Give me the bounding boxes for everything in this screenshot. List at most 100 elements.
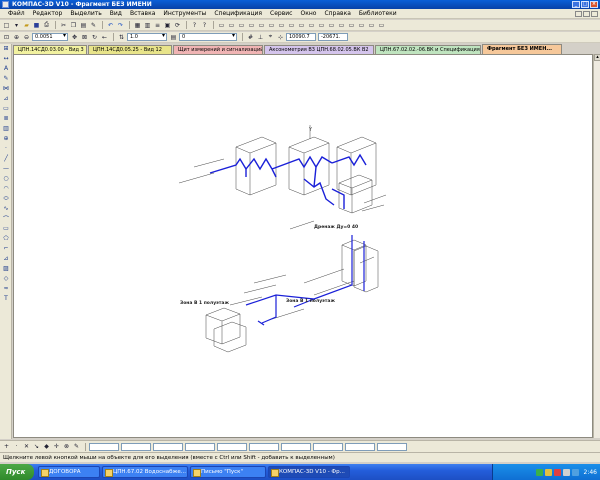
format-painter-icon[interactable]: ✎ [89, 21, 98, 30]
properties-icon[interactable]: ▣ [163, 21, 172, 30]
menu-service[interactable]: Сервис [266, 9, 296, 19]
menu-window[interactable]: Окно [296, 9, 320, 19]
snap-point-icon[interactable]: · [12, 442, 21, 451]
local-cs-icon[interactable]: ⊹ [276, 33, 285, 42]
previous-view-icon[interactable]: ← [100, 33, 109, 42]
doc-close-button[interactable] [591, 11, 598, 17]
coord-x-field[interactable]: 10090.7 [286, 33, 316, 41]
ortho-icon[interactable]: ⊥ [256, 33, 265, 42]
rectangle-icon[interactable]: ▭ [1, 224, 11, 233]
toolbar-icon-b[interactable]: ▭ [227, 21, 236, 30]
task-item-water-supply[interactable]: ЦПН.67.02 Водоснабже... [102, 466, 188, 478]
menu-help[interactable]: Справка [320, 9, 354, 19]
task-item-kompas[interactable]: КОМПАС-3D V10 - Фр... [268, 466, 350, 478]
pan-icon[interactable]: ✥ [70, 33, 79, 42]
open-folder-icon[interactable]: ▰ [22, 21, 31, 30]
snap-center-icon[interactable]: ✛ [52, 442, 61, 451]
dimensions-icon[interactable]: ↔ [1, 54, 11, 63]
menu-editor[interactable]: Редактор [29, 9, 67, 19]
toolbar-icon-i[interactable]: ▭ [297, 21, 306, 30]
tray-volume-icon[interactable] [571, 468, 579, 476]
polyline-icon[interactable]: ⌒ [1, 214, 11, 223]
toolbar-icon-f[interactable]: ▭ [267, 21, 276, 30]
toolbar-icon-a[interactable]: ▭ [217, 21, 226, 30]
toolbar-icon-d[interactable]: ▭ [247, 21, 256, 30]
manager-icon[interactable]: ▦ [133, 21, 142, 30]
bottom-field-9[interactable] [345, 442, 375, 451]
bottom-field-10[interactable] [377, 442, 407, 451]
bottom-field-6[interactable] [249, 442, 279, 451]
layer-icon[interactable]: ⇅ [117, 33, 126, 42]
menu-specification[interactable]: Спецификация [210, 9, 266, 19]
tab-document-4[interactable]: Аксонометрия В3 ЦПН.68.02.05.ВК В2 [264, 45, 374, 54]
bottom-field-7[interactable] [281, 442, 311, 451]
vertical-scrollbar[interactable]: ▴ [593, 54, 600, 438]
state-icon[interactable]: ▤ [169, 33, 178, 42]
tray-language-icon[interactable] [562, 468, 570, 476]
scale-field[interactable]: 0.0051 [32, 33, 68, 41]
bottom-field-5[interactable] [217, 442, 247, 451]
minimize-button[interactable]: _ [572, 1, 580, 8]
select-icon[interactable]: ▭ [1, 104, 11, 113]
copy-icon[interactable]: ❐ [69, 21, 78, 30]
bottom-field-2[interactable] [121, 442, 151, 451]
refresh-view-icon[interactable]: ↻ [90, 33, 99, 42]
tray-network-icon[interactable] [544, 468, 552, 476]
redo-icon[interactable]: ↷ [116, 21, 125, 30]
print-icon[interactable]: ⎙ [42, 21, 51, 30]
doc-minimize-button[interactable] [575, 11, 582, 17]
menu-libraries[interactable]: Библиотеки [355, 9, 401, 19]
snap-cross-icon[interactable]: ✕ [22, 442, 31, 451]
menu-view[interactable]: Вид [106, 9, 126, 19]
tray-antivirus-icon[interactable] [535, 468, 543, 476]
toolbar-icon-k[interactable]: ▭ [317, 21, 326, 30]
task-item-contracts[interactable]: ДОГОВОРА [38, 466, 100, 478]
toolbar-icon-n[interactable]: ▭ [347, 21, 356, 30]
cut-icon[interactable]: ✂ [59, 21, 68, 30]
zoom-all-icon[interactable]: ⊠ [80, 33, 89, 42]
add-icon[interactable]: + [2, 442, 11, 451]
point-icon[interactable]: · [1, 144, 11, 153]
toolbar-icon-e[interactable]: ▭ [257, 21, 266, 30]
symbols-icon[interactable]: A [1, 64, 11, 73]
save-icon[interactable]: ■ [32, 21, 41, 30]
zoom-out-icon[interactable]: ⊖ [22, 33, 31, 42]
menu-tools[interactable]: Инструменты [159, 9, 210, 19]
fillet-icon[interactable]: ⌐ [1, 244, 11, 253]
coord-y-field[interactable]: -20671. [318, 33, 348, 41]
menu-select[interactable]: Выделить [66, 9, 105, 19]
parametrize-icon[interactable]: ⋈ [1, 84, 11, 93]
paste-icon[interactable]: ▤ [79, 21, 88, 30]
contour-icon[interactable]: ◇ [1, 274, 11, 283]
close-button[interactable]: × [590, 1, 598, 8]
start-button[interactable]: Пуск [0, 464, 34, 480]
bottom-field-4[interactable] [185, 442, 215, 451]
menu-file[interactable]: Файл [4, 9, 29, 19]
insert-icon[interactable]: ⊕ [1, 134, 11, 143]
toolbar-icon-o[interactable]: ▭ [357, 21, 366, 30]
toolbar-icon-m[interactable]: ▭ [337, 21, 346, 30]
bottom-field-3[interactable] [153, 442, 183, 451]
text-icon[interactable]: T [1, 294, 11, 303]
snap-icon[interactable]: ⌖ [266, 33, 275, 42]
layer-field[interactable]: 1.0 [127, 33, 167, 41]
variables-icon[interactable]: ≡ [153, 21, 162, 30]
snap-pen-icon[interactable]: ✎ [72, 442, 81, 451]
scroll-up-icon[interactable]: ▴ [594, 54, 600, 61]
tab-document-5[interactable]: ЦПН.67.02.02.-06.ВК и Спецификация [375, 45, 481, 54]
zoom-window-icon[interactable]: ⊡ [2, 33, 11, 42]
maximize-button[interactable]: □ [581, 1, 589, 8]
bottom-field-8[interactable] [313, 442, 343, 451]
toolbar-icon-g[interactable]: ▭ [277, 21, 286, 30]
toolbar-icon-j[interactable]: ▭ [307, 21, 316, 30]
snap-arrow-icon[interactable]: ↘ [32, 442, 41, 451]
polygon-icon[interactable]: ⬠ [1, 234, 11, 243]
dropdown-icon[interactable]: ▾ [12, 21, 21, 30]
doc-restore-button[interactable] [583, 11, 590, 17]
spec-icon[interactable]: ≣ [1, 114, 11, 123]
tab-document-3[interactable]: Щит измерений и сигнализаций [173, 45, 263, 54]
drawing-canvas[interactable]: Y Дренаж Ду=0 40 Зона В 1 полуэтаж Зона … [13, 54, 593, 438]
toolbar-icon-h[interactable]: ▭ [287, 21, 296, 30]
toolbar-icon-l[interactable]: ▭ [327, 21, 336, 30]
refresh-icon[interactable]: ⟳ [173, 21, 182, 30]
